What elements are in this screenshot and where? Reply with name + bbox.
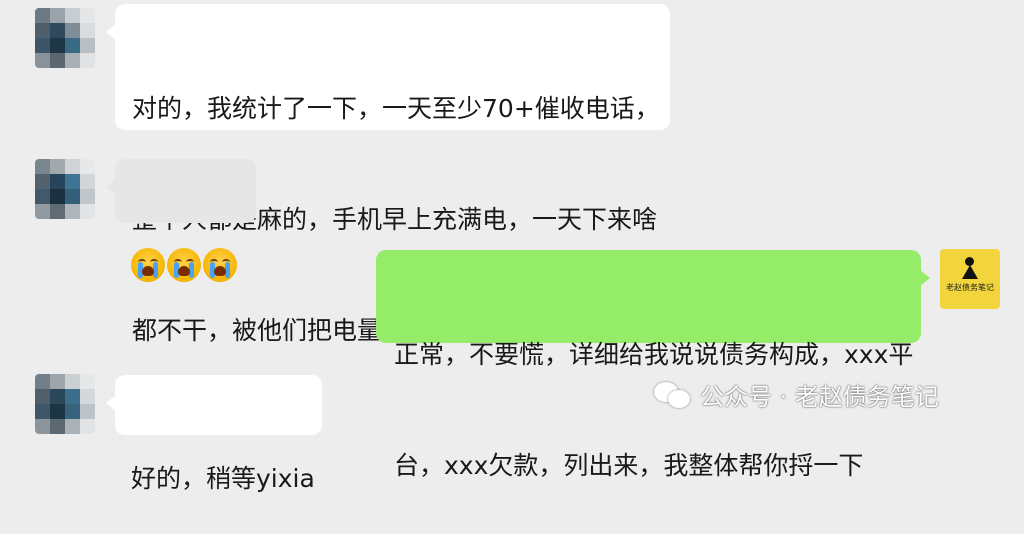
wechat-icon xyxy=(654,380,692,410)
avatar-caption: 老赵债务笔记 xyxy=(946,283,994,292)
crying-emoji-icon xyxy=(203,248,237,282)
silhouette-icon xyxy=(960,257,980,279)
message-line: 好的，稍等yixia xyxy=(131,464,315,493)
contact-avatar[interactable] xyxy=(35,8,95,68)
message-line: 正常，不要慌，详细给我说说债务构成，xxx平 xyxy=(394,340,914,369)
watermark: 公众号 · 老赵债务笔记 xyxy=(654,377,939,412)
message-bubble-right[interactable]: 正常，不要慌，详细给我说说债务构成，xxx平 台，xxx欠款，列出来，我整体帮你… xyxy=(376,250,930,480)
crying-emoji-icon xyxy=(131,248,165,282)
message-line: 对的，我统计了一下，一天至少70+催收电话， xyxy=(132,94,660,123)
contact-avatar[interactable] xyxy=(35,159,95,219)
message-bubble-left[interactable]: 对的，我统计了一下，一天至少70+催收电话， 整个人都是麻的，手机早上充满电，一… xyxy=(106,4,670,345)
message-bubble-left[interactable]: 好的，稍等yixia xyxy=(106,375,322,493)
watermark-text: 公众号 · 老赵债务笔记 xyxy=(700,383,939,411)
message-bubble-left[interactable] xyxy=(106,159,256,282)
contact-avatar[interactable] xyxy=(35,374,95,434)
self-avatar[interactable]: 老赵债务笔记 xyxy=(940,249,1000,309)
crying-emoji-icon xyxy=(167,248,201,282)
message-line: 台，xxx欠款，列出来，我整体帮你捋一下 xyxy=(394,451,864,480)
